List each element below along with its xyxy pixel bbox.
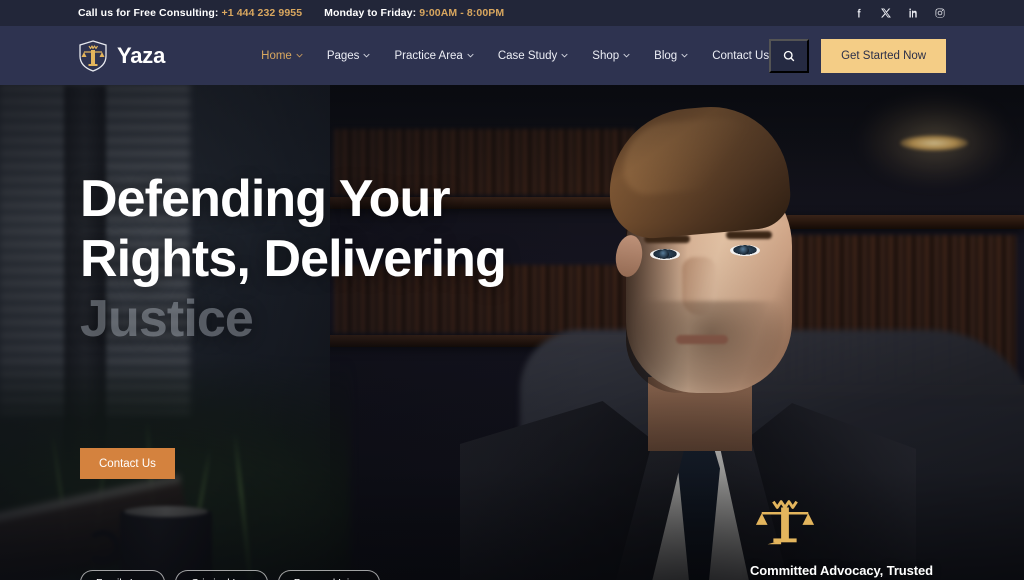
hero-slider: Defending Your Rights, Delivering Justic… [0,85,1024,580]
hero-tagline-block: Committed Advocacy, Trusted Counsel, You… [750,490,970,580]
hero-tagline: Committed Advocacy, Trusted Counsel, You… [750,561,970,580]
nav-label: Contact Us [712,49,770,62]
site-header: Yaza Home Pages Practice Area Case Study… [0,26,1024,85]
tag-criminal-law[interactable]: Criminal Law [175,570,268,580]
main-navigation: Home Pages Practice Area Case Study Shop… [261,50,769,62]
top-bar-info: Call us for Free Consulting: +1 444 232 … [78,7,504,19]
x-twitter-icon[interactable] [880,7,892,19]
chevron-down-icon [623,53,630,58]
tagline-line-1: Committed Advocacy, Trusted [750,563,933,578]
nav-item-home[interactable]: Home [261,50,303,62]
chevron-down-icon [561,53,568,58]
social-links [853,7,946,19]
hero-content: Defending Your Rights, Delivering Justic… [0,85,1024,580]
nav-label: Shop [592,49,620,62]
hours-label: Monday to Friday: [324,7,417,19]
page-root: Call us for Free Consulting: +1 444 232 … [0,0,1024,580]
nav-label: Home [261,49,292,62]
hero-headline: Defending Your Rights, Delivering Justic… [80,169,507,349]
get-started-button[interactable]: Get Started Now [821,38,947,73]
nav-label: Blog [654,49,678,62]
header-actions: Get Started Now [769,38,947,73]
search-icon [783,50,795,61]
chevron-down-icon [363,53,371,58]
chevron-down-icon [296,53,303,58]
instagram-icon[interactable] [934,7,946,19]
nav-item-case-study[interactable]: Case Study [498,50,568,62]
nav-item-shop[interactable]: Shop [592,50,630,62]
nav-label: Practice Area [394,49,463,62]
tag-family-law[interactable]: Family Law [80,570,166,580]
linkedin-icon[interactable] [907,7,919,19]
hours-info: Monday to Friday: 9:00AM - 8:00PM [324,7,504,19]
brand-name: Yaza [117,42,166,68]
chevron-down-icon [467,53,474,58]
nav-item-blog[interactable]: Blog [654,50,688,62]
headline-line-3: Justice [80,290,254,348]
nav-label: Pages [326,49,360,62]
nav-label: Case Study [497,49,558,62]
hours-value: 9:00AM - 8:00PM [419,7,505,19]
chevron-down-icon [681,53,688,58]
headline-line-2: Rights, Delivering [80,230,507,288]
practice-area-tags: Family Law Criminal Law Personal Injury [80,570,380,580]
phone-number[interactable]: +1 444 232 9955 [222,7,303,19]
tag-personal-injury[interactable]: Personal Injury [277,570,380,580]
search-button[interactable] [769,38,810,73]
scales-of-justice-icon [755,500,815,545]
nav-item-contact-us[interactable]: Contact Us [712,50,769,62]
brand-logo[interactable]: Yaza [78,39,166,72]
top-bar: Call us for Free Consulting: +1 444 232 … [0,0,1024,26]
phone-info: Call us for Free Consulting: +1 444 232 … [78,7,302,19]
shield-scales-logo-icon [79,39,107,72]
hero-contact-us-button[interactable]: Contact Us [80,448,175,479]
facebook-icon[interactable] [853,7,865,19]
headline-line-1: Defending Your [80,170,451,228]
phone-label: Call us for Free Consulting: [78,7,219,19]
nav-item-pages[interactable]: Pages [327,50,371,62]
nav-item-practice-area[interactable]: Practice Area [394,49,474,62]
